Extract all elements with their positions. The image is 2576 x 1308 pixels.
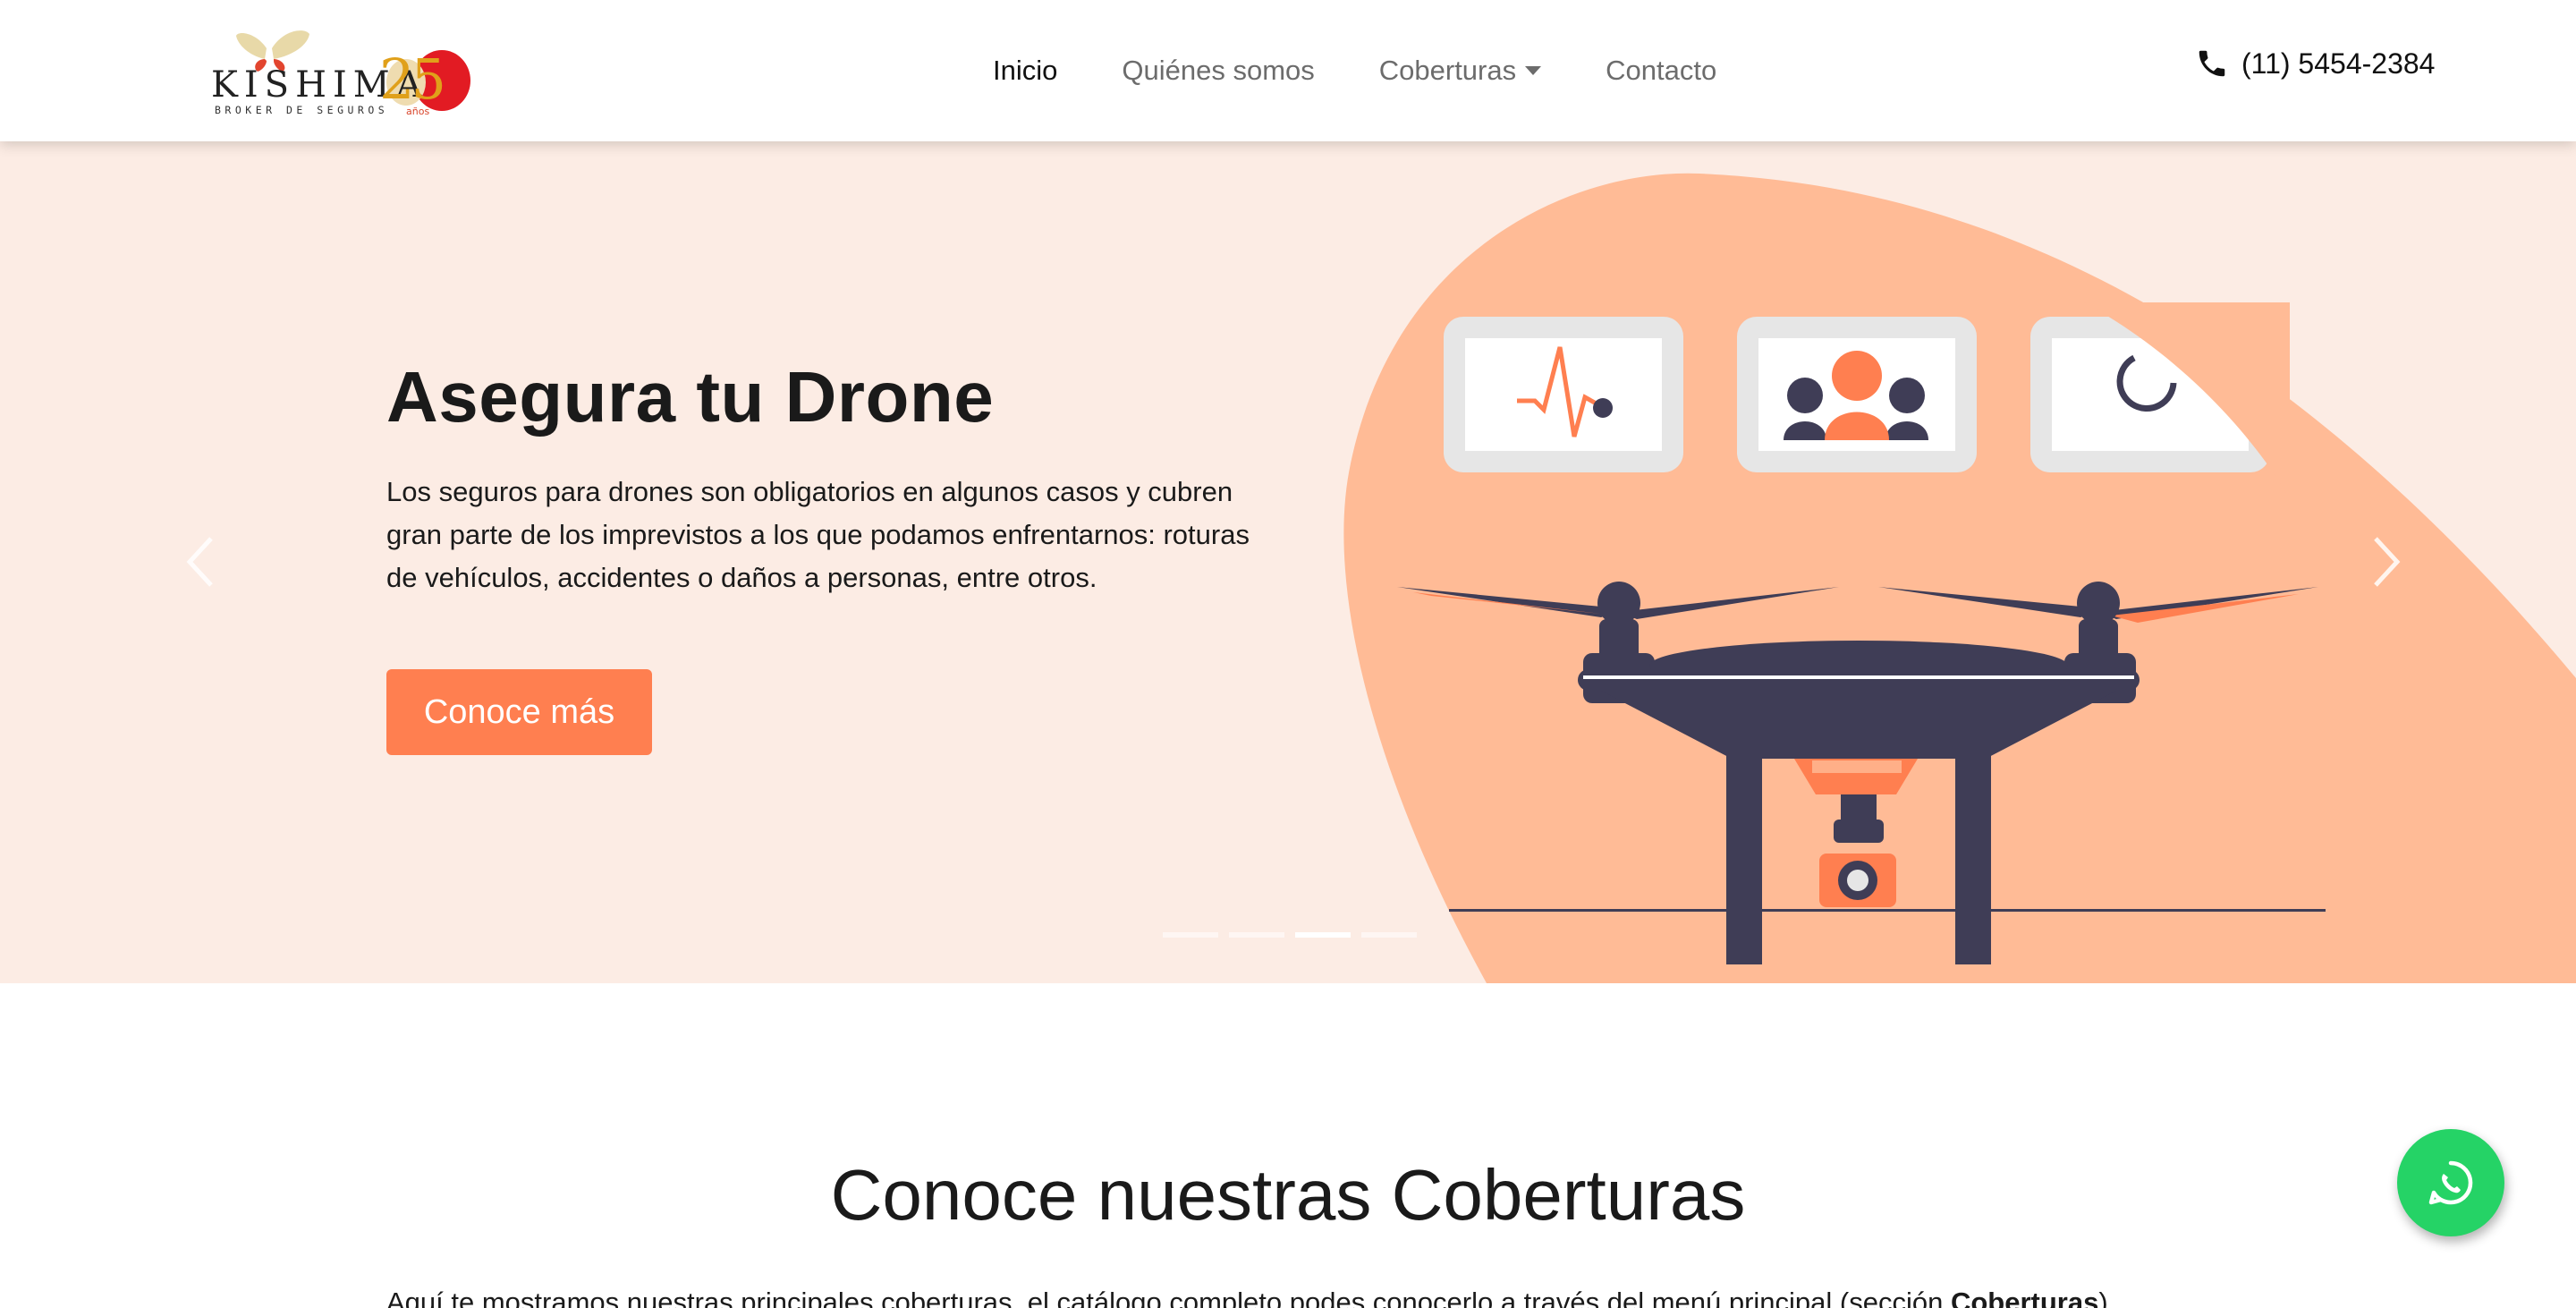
brand-subtitle: BROKER DE SEGUROS (215, 104, 389, 116)
main-nav: Inicio Quiénes somos Coberturas Contacto (993, 0, 1781, 141)
chevron-left-icon (186, 537, 213, 587)
coverage-text-before: Aquí te mostramos nuestras principales c… (386, 1287, 1951, 1308)
coverage-description: Aquí te mostramos nuestras principales c… (386, 1287, 2115, 1308)
carousel-indicator-active[interactable] (1295, 932, 1351, 938)
nav-item-inicio[interactable]: Inicio (993, 55, 1057, 87)
brand-anniversary: 25 (379, 47, 446, 112)
hero-carousel: Asegura tu Drone Los seguros para drones… (0, 141, 2576, 983)
monitor-users (1737, 317, 1977, 472)
monitor-pulse (1444, 317, 1683, 472)
coverage-text-after: ). (2098, 1287, 2116, 1308)
carousel-indicator[interactable] (1229, 932, 1284, 938)
carousel-indicators (1163, 932, 1428, 938)
nav-item-coberturas[interactable]: Coberturas (1378, 55, 1542, 87)
carousel-indicator[interactable] (1361, 932, 1417, 938)
whatsapp-button[interactable] (2397, 1129, 2504, 1236)
phone-number: (11) 5454-2384 (2241, 47, 2436, 80)
coverage-title: Conoce nuestras Coberturas (830, 1155, 1746, 1235)
phone-icon (2199, 50, 2225, 77)
navbar: KISHIMA BROKER DE SEGUROS 25 años Inicio… (0, 0, 2576, 141)
phone-contact[interactable]: (11) 5454-2384 (2195, 47, 2435, 81)
nav-item-quienes-somos[interactable]: Quiénes somos (1122, 55, 1314, 87)
chevron-down-icon (1525, 66, 1542, 75)
chevron-right-icon (2374, 537, 2401, 587)
coverage-link-coberturas: Coberturas (1950, 1287, 2099, 1308)
brand-anniversary-label: años (406, 106, 430, 117)
nav-item-contacto[interactable]: Contacto (1606, 55, 1716, 87)
hero-title: Asegura tu Drone (386, 357, 995, 437)
nav-item-coberturas-label: Coberturas (1378, 55, 1517, 86)
brand-logo[interactable]: KISHIMA BROKER DE SEGUROS 25 años (211, 25, 470, 122)
whatsapp-icon (2428, 1160, 2473, 1205)
carousel-prev-button[interactable] (175, 526, 229, 598)
conoce-mas-button[interactable]: Conoce más (386, 669, 652, 755)
carousel-indicator[interactable] (1163, 932, 1218, 938)
hero-description: Los seguros para drones son obligatorios… (386, 476, 1250, 593)
carousel-next-button[interactable] (2358, 526, 2411, 598)
